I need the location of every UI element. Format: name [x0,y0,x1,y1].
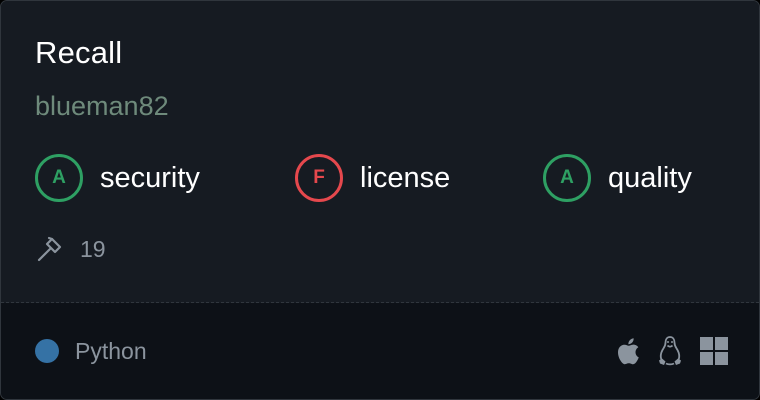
score-license: F license [295,154,450,202]
platform-icons [614,335,728,367]
score-label-quality: quality [608,162,692,194]
language-name: Python [75,337,147,364]
card-body: Recall blueman82 A security F license A … [1,1,759,302]
language-info: Python [35,337,147,365]
score-label-security: security [100,162,200,194]
score-quality: A quality [543,154,692,202]
score-label-license: license [360,162,451,194]
grade-badge-quality: A [543,154,591,202]
language-color-dot [35,339,59,363]
builds-count: 19 [80,235,106,262]
linux-icon [659,336,681,366]
apple-icon [618,338,639,365]
repo-owner[interactable]: blueman82 [35,89,169,123]
grade-badge-license: F [295,154,343,202]
builds-stat: 19 [35,234,106,264]
windows-icon [700,337,728,365]
repo-card[interactable]: Recall blueman82 A security F license A … [0,0,760,400]
hammer-icon [37,236,62,262]
repo-title[interactable]: Recall [35,34,122,72]
score-security: A security [35,154,200,202]
card-footer: Python [1,303,759,399]
grade-badge-security: A [35,154,83,202]
